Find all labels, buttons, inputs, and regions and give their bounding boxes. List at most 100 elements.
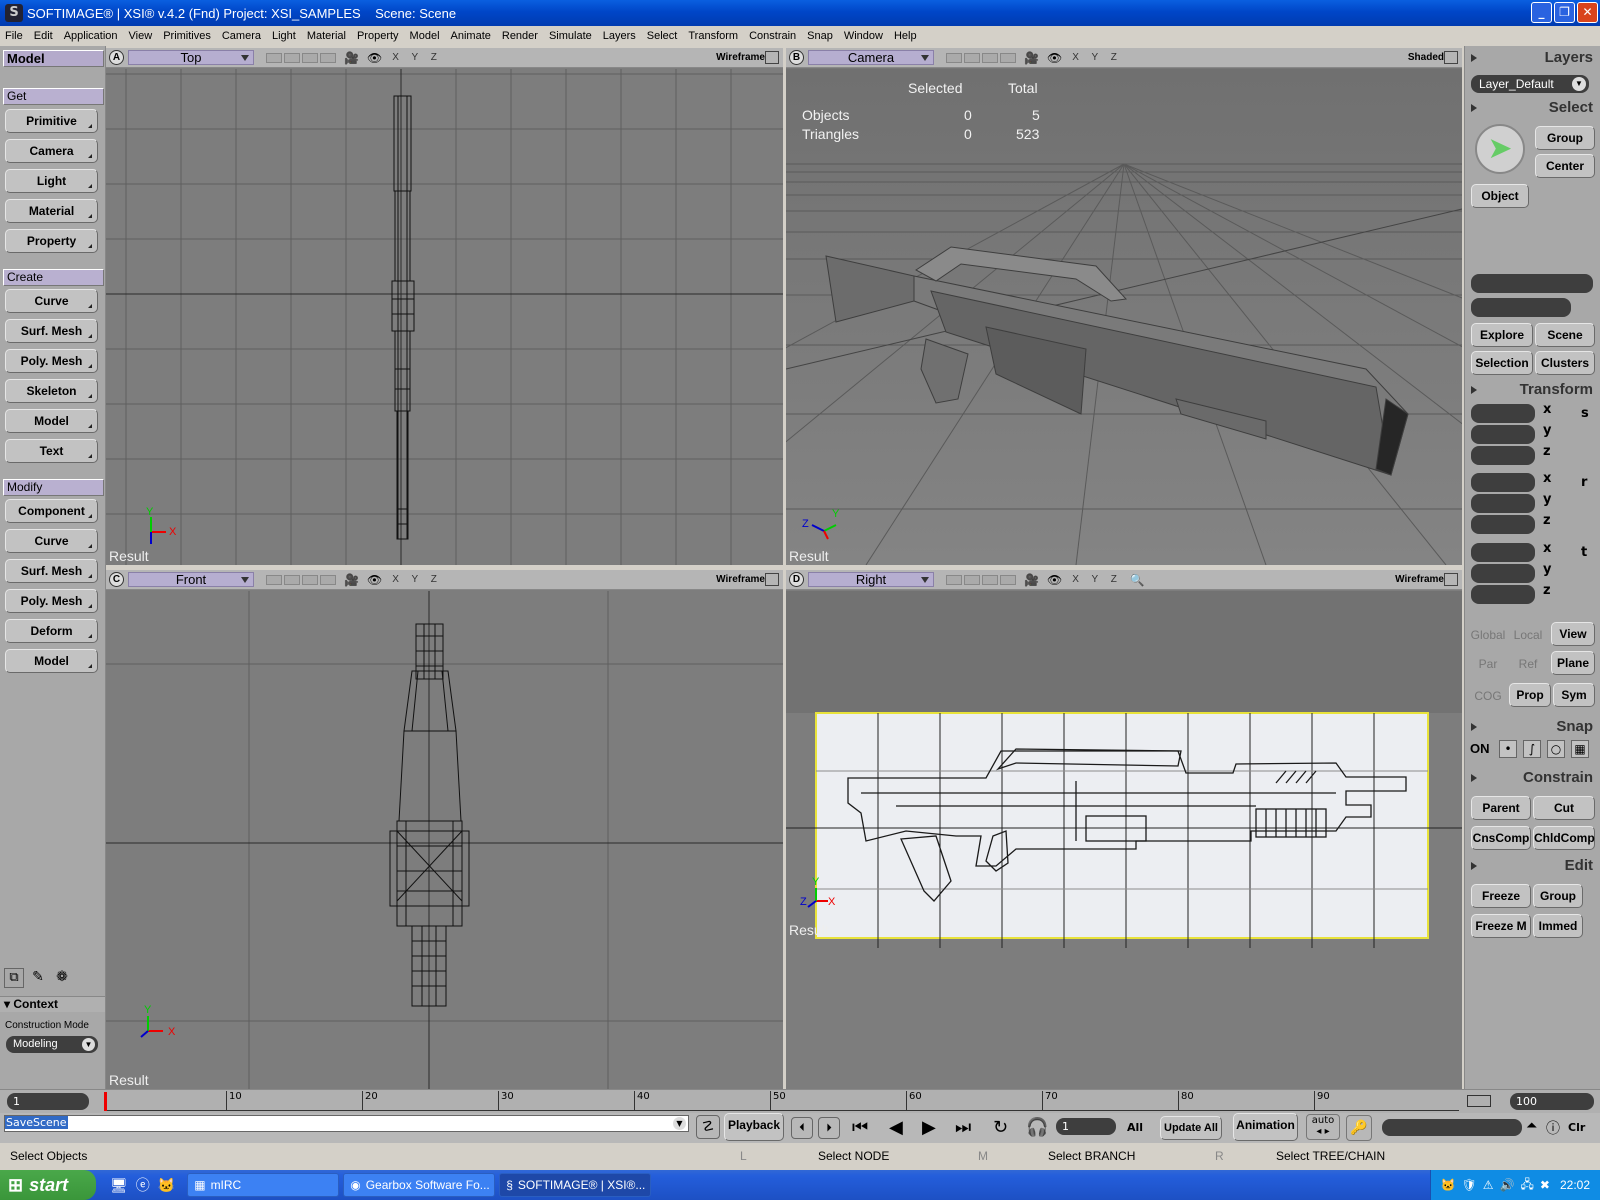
toolbar-title[interactable]: Model [3, 50, 104, 67]
memo-slot[interactable] [302, 52, 318, 63]
key-up-icon[interactable]: ⏶ [1526, 1118, 1537, 1134]
menu-property[interactable]: Property [357, 30, 399, 42]
model-toolbar-icon[interactable]: ⧉ [4, 968, 24, 988]
axis-toggles[interactable]: X Y Z [1072, 52, 1122, 63]
create-model-button[interactable]: Model [5, 409, 98, 433]
viewport-letter[interactable]: A [109, 50, 124, 65]
modify-poly-mesh-button[interactable]: Poly. Mesh [5, 589, 98, 613]
freeze-m-button[interactable]: Freeze M [1471, 914, 1531, 938]
modify-component-button[interactable]: Component [5, 499, 98, 523]
viewport-view-select[interactable]: Top [128, 50, 254, 65]
render-palette-icon[interactable]: ❁ [52, 968, 72, 988]
par-ref-button[interactable]: Par [1469, 657, 1507, 671]
animation-button[interactable]: Animation [1233, 1113, 1298, 1141]
camera-icon[interactable]: 🎥 [344, 51, 359, 65]
close-button[interactable]: ✕ [1577, 2, 1598, 23]
menu-transform[interactable]: Transform [688, 30, 738, 42]
global-ref-button[interactable]: Global [1469, 628, 1507, 642]
modify-deform-button[interactable]: Deform [5, 619, 98, 643]
modify-curve-button[interactable]: Curve [5, 529, 98, 553]
prev-key-icon[interactable]: ⏴ [791, 1117, 813, 1139]
key-icon[interactable]: 🔑 [1346, 1115, 1372, 1141]
modify-surf-mesh-button[interactable]: Surf. Mesh [5, 559, 98, 583]
viewport-letter[interactable]: C [109, 572, 124, 587]
menu-model[interactable]: Model [410, 30, 440, 42]
selection-button[interactable]: Selection [1471, 351, 1533, 375]
get-material-button[interactable]: Material [5, 199, 98, 223]
memo-slot[interactable] [964, 574, 980, 585]
command-line-input[interactable]: SaveScene ▼ [4, 1115, 689, 1132]
transform-section-header[interactable]: Transform [1467, 380, 1597, 400]
snap-circle-icon[interactable]: ○ [1547, 740, 1565, 758]
audio-icon[interactable]: 🎧 [1026, 1117, 1048, 1138]
memo-slot[interactable] [302, 574, 318, 585]
maximize-viewport-icon[interactable] [765, 51, 779, 64]
viewport-canvas[interactable]: X Y Result [106, 69, 783, 565]
viewport-letter[interactable]: B [789, 50, 804, 65]
viewport-canvas[interactable]: Y Z Selected Total Objects 0 5 Triangles… [786, 69, 1462, 565]
last-frame-icon[interactable]: ⏭ [955, 1117, 971, 1138]
tray-icon[interactable]: 🛡 [1462, 1178, 1477, 1192]
quicklaunch-desktop-icon[interactable]: 🖥 [110, 1177, 128, 1194]
camera-icon[interactable]: 🎥 [1024, 573, 1039, 587]
first-frame-icon[interactable]: ⏮ [852, 1117, 868, 1138]
eye-icon[interactable]: 👁 [367, 573, 382, 587]
get-camera-button[interactable]: Camera [5, 139, 98, 163]
memo-slot[interactable] [266, 574, 282, 585]
menu-select[interactable]: Select [647, 30, 678, 42]
memo-slot[interactable] [284, 574, 300, 585]
memo-slot[interactable] [1000, 52, 1016, 63]
viewport-canvas[interactable]: X Y Z Result [786, 591, 1462, 1089]
scene-button[interactable]: Scene [1535, 323, 1595, 347]
create-section-header[interactable]: Create [3, 269, 104, 286]
snap-point-icon[interactable]: • [1499, 740, 1517, 758]
clusters-button[interactable]: Clusters [1535, 351, 1595, 375]
zoom-icon[interactable]: 🔍 [1130, 573, 1145, 587]
memo-slot[interactable] [266, 52, 282, 63]
viewport-front[interactable]: C Front 🎥 👁 X Y Z Wireframe X Y Result [106, 570, 783, 1089]
menu-file[interactable]: File [5, 30, 23, 42]
taskbar-task-mirc[interactable]: ▦ mIRC [187, 1173, 340, 1197]
playback-button[interactable]: Playback [724, 1113, 784, 1141]
chevron-down-icon[interactable]: ▼ [673, 1117, 686, 1130]
construction-mode-select[interactable]: Modeling ▼ [6, 1036, 98, 1053]
select-section-header[interactable]: Select [1467, 98, 1597, 118]
scale-z-field[interactable] [1471, 446, 1535, 465]
auto-key-toggle[interactable]: auto ◂ ▸ [1306, 1114, 1340, 1140]
menu-render[interactable]: Render [502, 30, 538, 42]
modify-model-button[interactable]: Model [5, 649, 98, 673]
axis-toggles[interactable]: X Y Z [392, 52, 442, 63]
memo-slot[interactable] [320, 52, 336, 63]
scale-x-field[interactable] [1471, 404, 1535, 423]
taskbar-task-softimage[interactable]: § SOFTIMAGE® | XSI®... [499, 1173, 652, 1197]
tray-icon[interactable]: ⚠ [1483, 1178, 1494, 1192]
prop-button[interactable]: Prop [1509, 683, 1551, 707]
select-filter-field[interactable] [1471, 274, 1593, 293]
plane-ref-button[interactable]: Plane [1551, 651, 1595, 675]
edit-group-button[interactable]: Group [1533, 884, 1583, 908]
viewport-right[interactable]: D Right 🎥 👁 X Y Z 🔍 Wireframe X Y Z Resu… [786, 570, 1462, 1089]
axis-toggles[interactable]: X Y Z [1072, 574, 1122, 585]
timeline-ruler[interactable]: 10 20 30 40 50 60 70 80 90 [104, 1091, 1459, 1111]
create-skeleton-button[interactable]: Skeleton [5, 379, 98, 403]
tray-icon[interactable]: ✖ [1540, 1178, 1550, 1192]
get-property-button[interactable]: Property [5, 229, 98, 253]
cnscomp-button[interactable]: CnsComp [1471, 826, 1531, 850]
menu-window[interactable]: Window [844, 30, 883, 42]
maximize-viewport-icon[interactable] [765, 573, 779, 586]
menu-application[interactable]: Application [64, 30, 118, 42]
tray-icon[interactable]: 🔊 [1500, 1178, 1515, 1192]
quicklaunch-ie-icon[interactable]: ⓔ [136, 1175, 150, 1195]
modify-section-header[interactable]: Modify [3, 479, 104, 496]
select-text-field[interactable] [1471, 298, 1571, 317]
viewport-view-select[interactable]: Camera [808, 50, 934, 65]
get-light-button[interactable]: Light [5, 169, 98, 193]
display-mode-menu[interactable]: Shaded [1408, 52, 1444, 63]
create-text-button[interactable]: Text [5, 439, 98, 463]
ruler-icon[interactable] [1467, 1095, 1491, 1107]
rotate-y-field[interactable] [1471, 494, 1535, 513]
memo-slot[interactable] [946, 52, 962, 63]
memo-slot[interactable] [946, 574, 962, 585]
snap-curve-icon[interactable]: ∫ [1523, 740, 1541, 758]
menu-constrain[interactable]: Constrain [749, 30, 796, 42]
